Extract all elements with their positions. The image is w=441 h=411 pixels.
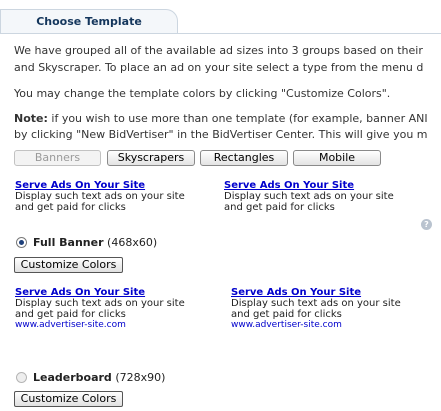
tab-divider bbox=[0, 33, 441, 34]
ad-title-link[interactable]: Serve Ads On Your Site bbox=[224, 180, 394, 191]
note-label: Note: bbox=[14, 112, 48, 125]
leaderboard-size: (728x90) bbox=[115, 371, 166, 384]
mobile-button[interactable]: Mobile bbox=[293, 150, 381, 166]
leaderboard-option[interactable]: Leaderboard (728x90) bbox=[14, 371, 214, 385]
banners-button[interactable]: Banners bbox=[14, 150, 101, 166]
customize-colors-button-full-banner[interactable]: Customize Colors bbox=[14, 257, 123, 273]
ad-text-line-2: and get paid for clicks bbox=[15, 202, 126, 213]
ad-url[interactable]: www.advertiser-site.com bbox=[231, 320, 401, 331]
ad-title-link[interactable]: Serve Ads On Your Site bbox=[231, 287, 401, 298]
full-banner-name: Full Banner bbox=[33, 236, 104, 249]
ad-title-link[interactable]: Serve Ads On Your Site bbox=[15, 287, 185, 298]
leaderboard-label: Leaderboard (728x90) bbox=[33, 371, 165, 385]
intro-line-1: We have grouped all of the available ad … bbox=[14, 44, 423, 57]
ad-text-line-2: and get paid for clicks bbox=[231, 309, 342, 320]
note-line-2: by clicking "New BidVertiser" in the Bid… bbox=[14, 128, 428, 141]
preview-ad-2: Serve Ads On Your Site Display such text… bbox=[224, 180, 394, 213]
ad-text-line-2: and get paid for clicks bbox=[15, 309, 126, 320]
rectangles-button[interactable]: Rectangles bbox=[200, 150, 288, 166]
leaderboard-name: Leaderboard bbox=[33, 371, 112, 384]
note-text-1: if you wish to use more than one templat… bbox=[47, 112, 428, 125]
colors-note: You may change the template colors by cl… bbox=[14, 87, 391, 100]
customize-colors-button-leaderboard[interactable]: Customize Colors bbox=[14, 391, 123, 407]
preview-ad-1: Serve Ads On Your Site Display such text… bbox=[15, 180, 185, 213]
full-banner-option[interactable]: Full Banner (468x60) bbox=[14, 236, 214, 250]
tab-bar: Choose Template bbox=[0, 0, 441, 34]
ad-url[interactable]: www.advertiser-site.com bbox=[15, 320, 185, 331]
tab-choose-template[interactable]: Choose Template bbox=[0, 9, 178, 34]
full-banner-radio[interactable] bbox=[16, 237, 27, 248]
full-banner-ad-1: Serve Ads On Your Site Display such text… bbox=[15, 287, 185, 331]
leaderboard-radio[interactable] bbox=[16, 372, 27, 383]
skyscrapers-button[interactable]: Skyscrapers bbox=[107, 150, 195, 166]
full-banner-size: (468x60) bbox=[107, 236, 158, 249]
ad-text-line-2: and get paid for clicks bbox=[224, 202, 335, 213]
intro-line-2: and Skyscraper. To place an ad on your s… bbox=[14, 61, 424, 74]
ad-text-line-1: Display such text ads on your site bbox=[15, 191, 185, 202]
full-banner-label: Full Banner (468x60) bbox=[33, 236, 157, 250]
ad-text-line-1: Display such text ads on your site bbox=[15, 298, 185, 309]
full-banner-ad-2: Serve Ads On Your Site Display such text… bbox=[231, 287, 401, 331]
note-line-1: Note: if you wish to use more than one t… bbox=[14, 111, 441, 127]
ad-text-line-1: Display such text ads on your site bbox=[231, 298, 401, 309]
ad-title-link[interactable]: Serve Ads On Your Site bbox=[15, 180, 185, 191]
ad-text-line-1: Display such text ads on your site bbox=[224, 191, 394, 202]
help-icon[interactable]: ? bbox=[421, 219, 432, 230]
